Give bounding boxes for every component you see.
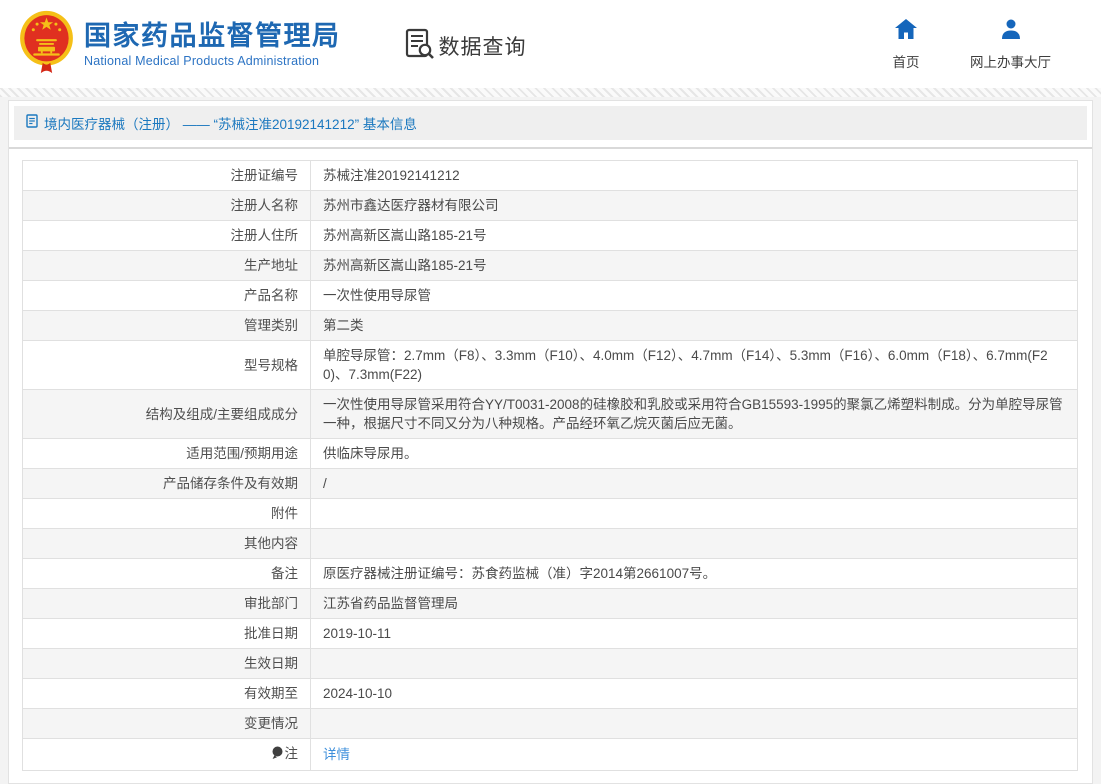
table-row: 适用范围/预期用途 供临床导尿用。 [22, 438, 1078, 469]
site-subtitle: National Medical Products Administration [84, 54, 320, 68]
nav-item-home[interactable]: 首页 [882, 18, 930, 71]
nav-item-label: 首页 [892, 54, 920, 70]
field-value: 供临床导尿用。 [310, 438, 1078, 469]
header-nav: 首页 网上办事大厅 [882, 18, 1051, 71]
table-row: 结构及组成/主要组成成分 一次性使用导尿管采用符合YY/T0031-2008的硅… [22, 389, 1078, 439]
field-value [310, 708, 1078, 739]
registration-info-table: 注册证编号 苏械注准20192141212 注册人名称 苏州市鑫达医疗器材有限公… [22, 160, 1078, 771]
field-value: / [310, 468, 1078, 499]
document-search-icon [405, 27, 435, 66]
breadcrumb: 境内医疗器械（注册） —— “苏械注准20192141212” 基本信息 [14, 106, 1087, 140]
data-query-label: 数据查询 [438, 36, 527, 59]
field-label: 批准日期 [22, 618, 311, 649]
field-value [310, 528, 1078, 559]
field-label: 审批部门 [22, 588, 311, 619]
detail-link[interactable]: 详情 [323, 747, 350, 762]
table-row: 生效日期 [22, 648, 1078, 679]
home-icon [894, 18, 918, 45]
note-label: 注 [284, 746, 299, 761]
table-row: 产品名称 一次性使用导尿管 [22, 280, 1078, 311]
nav-item-service-hall[interactable]: 网上办事大厅 [970, 18, 1051, 71]
table-row: 注册人名称 苏州市鑫达医疗器材有限公司 [22, 190, 1078, 221]
data-query-section[interactable]: 数据查询 [405, 27, 527, 66]
nmpa-logo[interactable]: 国家药品监督管理局 National Medical Products Admi… [18, 9, 341, 80]
field-value: 一次性使用导尿管 [310, 280, 1078, 311]
table-row: 批准日期 2019-10-11 [22, 618, 1078, 649]
field-label: 生产地址 [22, 250, 311, 281]
field-value: 一次性使用导尿管采用符合YY/T0031-2008的硅橡胶和乳胶或采用符合GB1… [310, 389, 1078, 439]
field-label: 注册人住所 [22, 220, 311, 251]
table-row: 型号规格 单腔导尿管：2.7mm（F8）、3.3mm（F10）、4.0mm（F1… [22, 340, 1078, 390]
page-title: 境内医疗器械（注册） —— “苏械注准20192141212” 基本信息 [44, 117, 417, 132]
table-row: 变更情况 [22, 708, 1078, 739]
field-label: 产品储存条件及有效期 [22, 468, 311, 499]
table-row: 其他内容 [22, 528, 1078, 559]
field-label: 型号规格 [22, 340, 311, 390]
field-label: 注册证编号 [22, 160, 311, 191]
field-label: 结构及组成/主要组成成分 [22, 389, 311, 439]
field-label: 附件 [22, 498, 311, 529]
document-icon [26, 113, 38, 133]
field-label: 备注 [22, 558, 311, 589]
field-value: 第二类 [310, 310, 1078, 341]
field-value: 2019-10-11 [310, 618, 1078, 649]
field-value [310, 648, 1078, 679]
field-value: 江苏省药品监督管理局 [310, 588, 1078, 619]
table-row: 注册人住所 苏州高新区嵩山路185-21号 [22, 220, 1078, 251]
table-row: 备注 原医疗器械注册证编号：苏食药监械（准）字2014第2661007号。 [22, 558, 1078, 589]
field-value: 苏州高新区嵩山路185-21号 [310, 220, 1078, 251]
field-label: 有效期至 [22, 678, 311, 709]
field-label: 其他内容 [22, 528, 311, 559]
breadcrumb-divider [9, 147, 1092, 149]
field-value: 苏州高新区嵩山路185-21号 [310, 250, 1078, 281]
field-value: 2024-10-10 [310, 678, 1078, 709]
field-label: 适用范围/预期用途 [22, 438, 311, 469]
table-row: 管理类别 第二类 [22, 310, 1078, 341]
field-label: 管理类别 [22, 310, 311, 341]
field-value: 单腔导尿管：2.7mm（F8）、3.3mm（F10）、4.0mm（F12）、4.… [310, 340, 1078, 390]
table-row: 注册证编号 苏械注准20192141212 [22, 160, 1078, 191]
content-panel: 境内医疗器械（注册） —— “苏械注准20192141212” 基本信息 注册证… [8, 100, 1093, 784]
field-value [310, 498, 1078, 529]
note-icon [271, 746, 283, 765]
field-value: 原医疗器械注册证编号：苏食药监械（准）字2014第2661007号。 [310, 558, 1078, 589]
table-row: 产品储存条件及有效期 / [22, 468, 1078, 499]
table-row: 附件 [22, 498, 1078, 529]
field-label: 变更情况 [22, 708, 311, 739]
field-label: 生效日期 [22, 648, 311, 679]
table-row: 生产地址 苏州高新区嵩山路185-21号 [22, 250, 1078, 281]
table-row: 有效期至 2024-10-10 [22, 678, 1078, 709]
site-header: 国家药品监督管理局 National Medical Products Admi… [0, 0, 1101, 88]
site-title: 国家药品监督管理局 [84, 21, 341, 51]
field-value: 苏械注准20192141212 [310, 160, 1078, 191]
field-label: 产品名称 [22, 280, 311, 311]
user-icon [999, 18, 1023, 45]
table-row: 审批部门 江苏省药品监督管理局 [22, 588, 1078, 619]
nav-item-label: 网上办事大厅 [970, 54, 1051, 70]
field-label: 注册人名称 [22, 190, 311, 221]
striped-divider [0, 88, 1101, 97]
field-value: 苏州市鑫达医疗器材有限公司 [310, 190, 1078, 221]
china-national-emblem-icon [18, 9, 75, 80]
